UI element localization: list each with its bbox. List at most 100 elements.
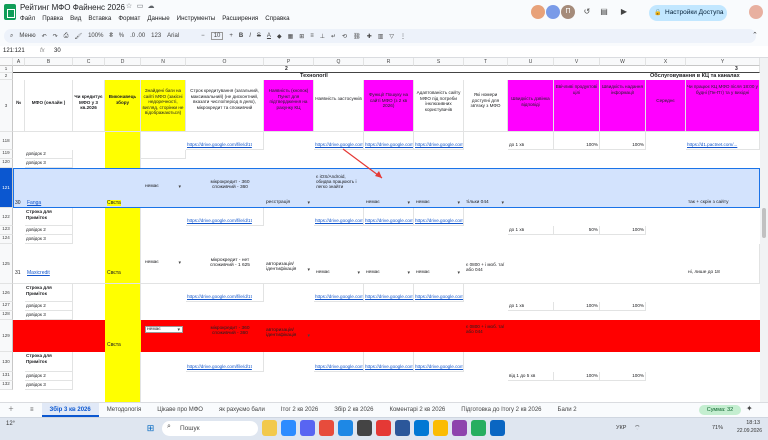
- row-number[interactable]: 132: [0, 381, 13, 390]
- menu-format[interactable]: Формат: [118, 15, 140, 22]
- notes-label[interactable]: Строка для Приміток: [25, 352, 73, 372]
- merge-icon[interactable]: ⊞: [299, 33, 304, 40]
- after-hours-cell[interactable]: так + скрін з сайту: [688, 200, 729, 205]
- app-icon[interactable]: [376, 420, 391, 436]
- col-header-t[interactable]: T: [464, 58, 508, 66]
- cell-polite[interactable]: 100%: [554, 132, 600, 150]
- buttons-dropdown[interactable]: авторизація/ідентифікація: [266, 328, 312, 339]
- spreadsheet-grid[interactable]: A B C D N O P Q R S T U V W X Y 1 2 2 3 …: [0, 58, 760, 402]
- dropdown-cell[interactable]: [141, 150, 186, 159]
- phones-dropdown[interactable]: тільки 044: [466, 200, 506, 206]
- search-icon[interactable]: ⌕: [10, 33, 13, 40]
- app-icon[interactable]: [452, 420, 467, 436]
- font-select[interactable]: Arial: [167, 33, 195, 39]
- mfo-name-link[interactable]: Fanga: [27, 200, 41, 206]
- clock-date[interactable]: 22.09.2026: [726, 428, 762, 434]
- sum-indicator[interactable]: Сумма: 32: [699, 405, 741, 415]
- menu-view[interactable]: Вид: [70, 15, 81, 22]
- paint-format-icon[interactable]: 🖌: [74, 33, 82, 40]
- document-title[interactable]: Рейтинг МФО Файненс 2026: [20, 3, 125, 12]
- language-indicator[interactable]: УКР: [616, 425, 626, 431]
- row-number[interactable]: 1: [0, 66, 13, 73]
- outlook-icon[interactable]: [414, 420, 429, 436]
- explore-icon[interactable]: ✦: [746, 404, 753, 413]
- chart-icon[interactable]: ▥: [378, 33, 384, 40]
- col-header-c[interactable]: C: [73, 58, 105, 66]
- row-number[interactable]: 130: [0, 352, 13, 372]
- row-number[interactable]: 2: [0, 73, 13, 80]
- term-cell[interactable]: мікрокредит - 360 споживчий - 360: [200, 326, 260, 336]
- taskbar-search[interactable]: Пошук: [162, 421, 258, 436]
- cell-call-speed[interactable]: від 1 до 5 хв: [508, 372, 554, 381]
- tab-sheet[interactable]: Збір 3 кв 2026: [41, 402, 99, 417]
- row-number[interactable]: 127: [0, 302, 13, 311]
- menu-tools[interactable]: Инструменты: [177, 15, 216, 22]
- link-icon[interactable]: ⛓: [353, 33, 361, 40]
- collapse-icon[interactable]: ⌃: [752, 31, 758, 39]
- link-cell[interactable]: https://drive.google.com/: [414, 208, 464, 226]
- avatar[interactable]: [546, 5, 560, 19]
- video-call-icon[interactable]: ▶: [617, 5, 631, 19]
- font-size-input[interactable]: 10: [210, 32, 224, 40]
- font-size-plus[interactable]: +: [229, 33, 233, 39]
- row-number[interactable]: 124: [0, 235, 13, 244]
- fill-color-icon[interactable]: ◆: [277, 33, 282, 40]
- link-cell[interactable]: https://drive.google.com/: [364, 352, 414, 372]
- bugs-dropdown[interactable]: немає: [145, 184, 183, 190]
- col-header-y[interactable]: Y: [686, 58, 760, 66]
- menu-extensions[interactable]: Расширения: [222, 15, 258, 22]
- col-header-u[interactable]: U: [508, 58, 554, 66]
- comment-icon[interactable]: ▤: [597, 5, 611, 19]
- vertical-scrollbar[interactable]: [760, 58, 768, 402]
- link-cell[interactable]: https://drive.google.com/: [314, 352, 364, 372]
- col-header-d[interactable]: D: [105, 58, 141, 66]
- col-header-q[interactable]: Q: [314, 58, 364, 66]
- row-number[interactable]: 3: [0, 80, 13, 132]
- col-header-o[interactable]: O: [186, 58, 264, 66]
- comment-add-icon[interactable]: ✚: [367, 33, 372, 40]
- valign-icon[interactable]: ⊥: [320, 33, 325, 40]
- app-icon[interactable]: [471, 420, 486, 436]
- decimals-button[interactable]: .0 .00: [130, 33, 145, 39]
- align-icon[interactable]: ≡: [310, 33, 314, 39]
- search-func-dropdown[interactable]: немає: [366, 200, 412, 206]
- cell-polite[interactable]: 50%: [554, 226, 600, 235]
- all-sheets-icon[interactable]: ≡: [22, 403, 42, 417]
- col-header-b[interactable]: B: [25, 58, 73, 66]
- cell-info-speed[interactable]: 100%: [600, 302, 646, 311]
- notes-label[interactable]: Строка для Приміток: [25, 284, 73, 302]
- chrome-icon[interactable]: [433, 420, 448, 436]
- clock-time[interactable]: 18:13: [734, 420, 760, 426]
- menu-help[interactable]: Справка: [265, 15, 289, 22]
- star-icon[interactable]: ☆: [125, 3, 133, 11]
- tab-sheet[interactable]: Коментарі 2 кв 2026: [381, 403, 453, 417]
- cell-info-speed[interactable]: 100%: [600, 226, 646, 235]
- link-cell[interactable]: https://drive.google.com/file/d/1t: [186, 208, 264, 226]
- row-number[interactable]: 129: [0, 320, 13, 352]
- link-cell[interactable]: https://drive.google.com/: [414, 284, 464, 302]
- app-icon[interactable]: [319, 420, 334, 436]
- scrollbar-thumb[interactable]: [762, 208, 766, 238]
- row-number[interactable]: 122: [0, 208, 13, 226]
- file-explorer-icon[interactable]: [262, 420, 277, 436]
- inclusive-dropdown[interactable]: немає: [416, 200, 462, 206]
- cell-info-speed[interactable]: 100%: [600, 132, 646, 150]
- tab-sheet[interactable]: Методологія: [99, 403, 149, 417]
- wifi-icon[interactable]: ⌔: [634, 424, 641, 433]
- currency-button[interactable]: ₴: [109, 33, 112, 39]
- link-cell[interactable]: https://drive.google.com/file/d/1t: [186, 352, 264, 372]
- sheets-logo-icon[interactable]: [4, 4, 16, 20]
- folder-icon[interactable]: ▭: [136, 3, 144, 11]
- menu-file[interactable]: Файл: [20, 15, 35, 22]
- strikethrough-icon[interactable]: S: [257, 33, 261, 39]
- tab-sheet[interactable]: Бали 2: [550, 403, 585, 417]
- col-header-p[interactable]: P: [264, 58, 314, 66]
- bold-icon[interactable]: B: [239, 33, 243, 39]
- row-number[interactable]: 126: [0, 284, 13, 302]
- wrap-icon[interactable]: ↵: [331, 33, 336, 40]
- buttons-dropdown[interactable]: реєстрація: [266, 200, 312, 206]
- more-icon[interactable]: ⋮: [400, 33, 406, 40]
- menu-search[interactable]: Меню: [19, 33, 35, 39]
- avatar[interactable]: [531, 5, 545, 19]
- cell-info-speed[interactable]: 100%: [600, 372, 646, 381]
